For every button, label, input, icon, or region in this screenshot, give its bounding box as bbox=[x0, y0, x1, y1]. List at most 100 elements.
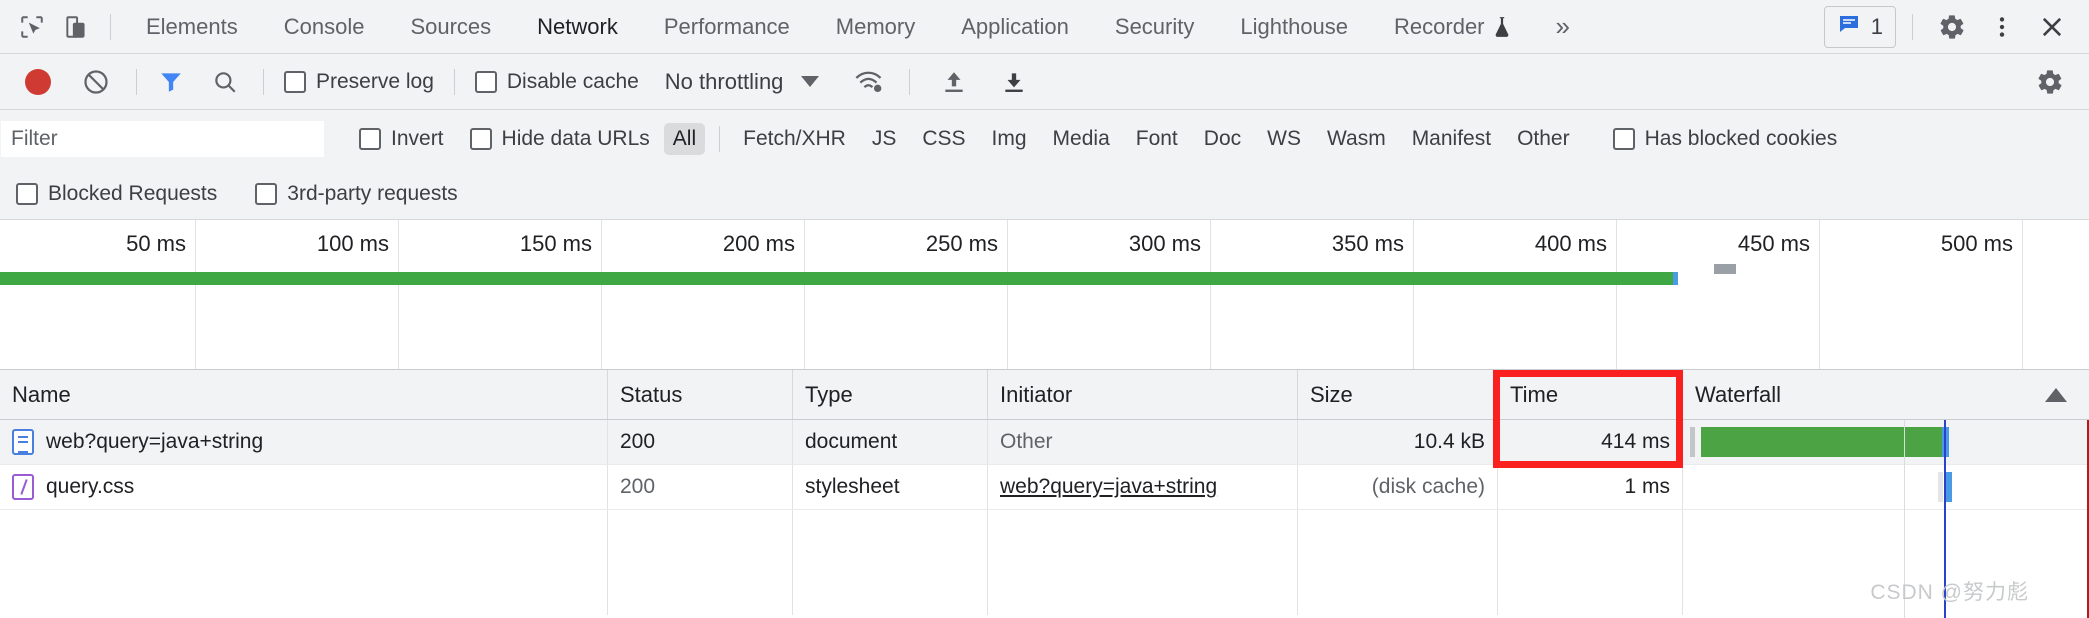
type-filter-wasm[interactable]: Wasm bbox=[1318, 123, 1395, 155]
tab-sources[interactable]: Sources bbox=[387, 0, 514, 53]
column-header-waterfall[interactable]: Waterfall bbox=[1683, 370, 2089, 419]
overview-tick-label: 500 ms bbox=[1940, 231, 2013, 256]
throttling-select[interactable]: No throttling bbox=[665, 69, 784, 95]
more-tabs-label: » bbox=[1555, 11, 1570, 41]
hide-data-urls-label: Hide data URLs bbox=[501, 127, 650, 150]
column-label: Name bbox=[12, 381, 71, 407]
cell-initiator[interactable]: web?query=java+string bbox=[988, 465, 1298, 509]
toolbar-divider bbox=[263, 68, 264, 95]
cell-type: document bbox=[793, 420, 988, 464]
type-filter-img[interactable]: Img bbox=[983, 123, 1036, 155]
filter-button[interactable] bbox=[149, 60, 193, 104]
message-icon bbox=[1837, 12, 1861, 42]
invert-checkbox[interactable]: Invert bbox=[359, 127, 444, 151]
third-party-requests-checkbox[interactable]: 3rd-party requests bbox=[255, 181, 458, 206]
type-filter-other[interactable]: Other bbox=[1508, 123, 1579, 155]
blocked-requests-checkbox[interactable]: Blocked Requests bbox=[16, 182, 217, 206]
overview-ticks: 50 ms 100 ms 150 ms 200 ms 250 ms 300 ms… bbox=[0, 220, 2089, 369]
third-party-requests-label: 3rd-party requests bbox=[287, 181, 458, 205]
has-blocked-cookies-checkbox[interactable]: Has blocked cookies bbox=[1612, 127, 1837, 151]
type-filter-css[interactable]: CSS bbox=[913, 123, 974, 155]
column-header-status[interactable]: Status bbox=[608, 370, 793, 419]
watermark: CSDN @努力彪 bbox=[1870, 581, 2029, 604]
more-tabs-icon[interactable]: » bbox=[1534, 11, 1592, 42]
toolbar-divider bbox=[1912, 13, 1913, 40]
initiator-value: Other bbox=[1000, 430, 1053, 453]
cell-size: 10.4 kB bbox=[1298, 420, 1498, 464]
cell-empty bbox=[0, 510, 608, 615]
inspect-element-icon[interactable] bbox=[10, 5, 54, 49]
disable-cache-checkbox[interactable]: Disable cache bbox=[474, 70, 639, 94]
import-har-icon[interactable] bbox=[932, 60, 976, 104]
settings-gear-icon[interactable] bbox=[1929, 4, 1975, 50]
type-filter-label: Img bbox=[991, 127, 1027, 150]
request-name: query.css bbox=[46, 475, 135, 498]
time-value: 414 ms bbox=[1601, 430, 1670, 453]
cell-type: stylesheet bbox=[793, 465, 988, 509]
type-filter-label: Media bbox=[1052, 127, 1110, 150]
overview-tick-label: 300 ms bbox=[1128, 231, 1201, 256]
filter-bar-second-row: Blocked Requests 3rd-party requests bbox=[0, 168, 2089, 220]
network-conditions-icon[interactable] bbox=[847, 60, 891, 104]
tab-security[interactable]: Security bbox=[1092, 0, 1217, 53]
tab-recorder[interactable]: Recorder bbox=[1371, 0, 1533, 53]
tab-network[interactable]: Network bbox=[514, 0, 641, 53]
toolbar-divider bbox=[909, 68, 911, 95]
message-count: 1 bbox=[1870, 13, 1883, 39]
request-name: web?query=java+string bbox=[46, 430, 264, 453]
tab-elements[interactable]: Elements bbox=[123, 0, 261, 53]
preserve-log-checkbox[interactable]: Preserve log bbox=[284, 70, 434, 94]
column-header-type[interactable]: Type bbox=[793, 370, 988, 419]
type-filter-all[interactable]: All bbox=[663, 123, 706, 155]
network-settings-gear-icon[interactable] bbox=[2027, 59, 2073, 105]
column-label: Waterfall bbox=[1695, 381, 1781, 407]
tab-label: Security bbox=[1114, 13, 1195, 39]
message-count-button[interactable]: 1 bbox=[1823, 5, 1896, 48]
type-filter-label: All bbox=[672, 127, 697, 150]
column-header-name[interactable]: Name bbox=[0, 370, 608, 419]
search-button[interactable] bbox=[203, 60, 247, 104]
checkbox-box bbox=[255, 182, 278, 205]
column-header-size[interactable]: Size bbox=[1298, 370, 1498, 419]
checkbox-box bbox=[284, 70, 306, 93]
chevron-down-icon[interactable] bbox=[801, 76, 820, 87]
network-overview-timeline[interactable]: 50 ms 100 ms 150 ms 200 ms 250 ms 300 ms… bbox=[0, 220, 2089, 370]
overview-dom-content-loaded-marker bbox=[1673, 272, 1678, 285]
cell-name[interactable]: query.css bbox=[0, 465, 608, 509]
overview-scrollbar-handle[interactable] bbox=[1714, 264, 1736, 274]
column-header-initiator[interactable]: Initiator bbox=[988, 370, 1298, 419]
tab-application[interactable]: Application bbox=[938, 0, 1092, 53]
initiator-link[interactable]: web?query=java+string bbox=[1000, 475, 1217, 499]
clear-button[interactable] bbox=[74, 60, 118, 104]
type-filter-ws[interactable]: WS bbox=[1258, 123, 1310, 155]
sort-ascending-icon[interactable] bbox=[2045, 387, 2067, 402]
column-label: Initiator bbox=[1000, 381, 1073, 407]
hide-data-urls-checkbox[interactable]: Hide data URLs bbox=[469, 127, 650, 151]
type-filter-font[interactable]: Font bbox=[1127, 123, 1187, 155]
type-filter-fetch-xhr[interactable]: Fetch/XHR bbox=[734, 123, 855, 155]
tab-label: Sources bbox=[410, 13, 492, 39]
tab-console[interactable]: Console bbox=[261, 0, 388, 53]
type-filter-manifest[interactable]: Manifest bbox=[1403, 123, 1500, 155]
tab-performance[interactable]: Performance bbox=[641, 0, 813, 53]
type-filter-doc[interactable]: Doc bbox=[1195, 123, 1250, 155]
tab-label: Recorder bbox=[1394, 13, 1485, 39]
filter-input[interactable]: Filter bbox=[0, 120, 325, 158]
more-options-icon[interactable] bbox=[1979, 4, 2025, 50]
overview-tick-label: 450 ms bbox=[1737, 231, 1810, 256]
tab-label: Memory bbox=[835, 13, 916, 39]
tab-memory[interactable]: Memory bbox=[813, 0, 938, 53]
throttling-value: No throttling bbox=[664, 68, 784, 94]
export-har-icon[interactable] bbox=[992, 60, 1036, 104]
record-button[interactable] bbox=[16, 60, 60, 104]
type-filter-label: WS bbox=[1267, 127, 1301, 150]
type-filter-media[interactable]: Media bbox=[1044, 123, 1119, 155]
preserve-log-label: Preserve log bbox=[316, 69, 434, 93]
close-icon[interactable] bbox=[2029, 4, 2075, 50]
cell-time: 414 ms bbox=[1498, 420, 1683, 464]
column-header-time[interactable]: Time bbox=[1498, 370, 1683, 419]
device-toolbar-icon[interactable] bbox=[54, 5, 98, 49]
tab-lighthouse[interactable]: Lighthouse bbox=[1217, 0, 1371, 53]
type-filter-js[interactable]: JS bbox=[863, 123, 906, 155]
cell-name[interactable]: web?query=java+string bbox=[0, 420, 608, 464]
